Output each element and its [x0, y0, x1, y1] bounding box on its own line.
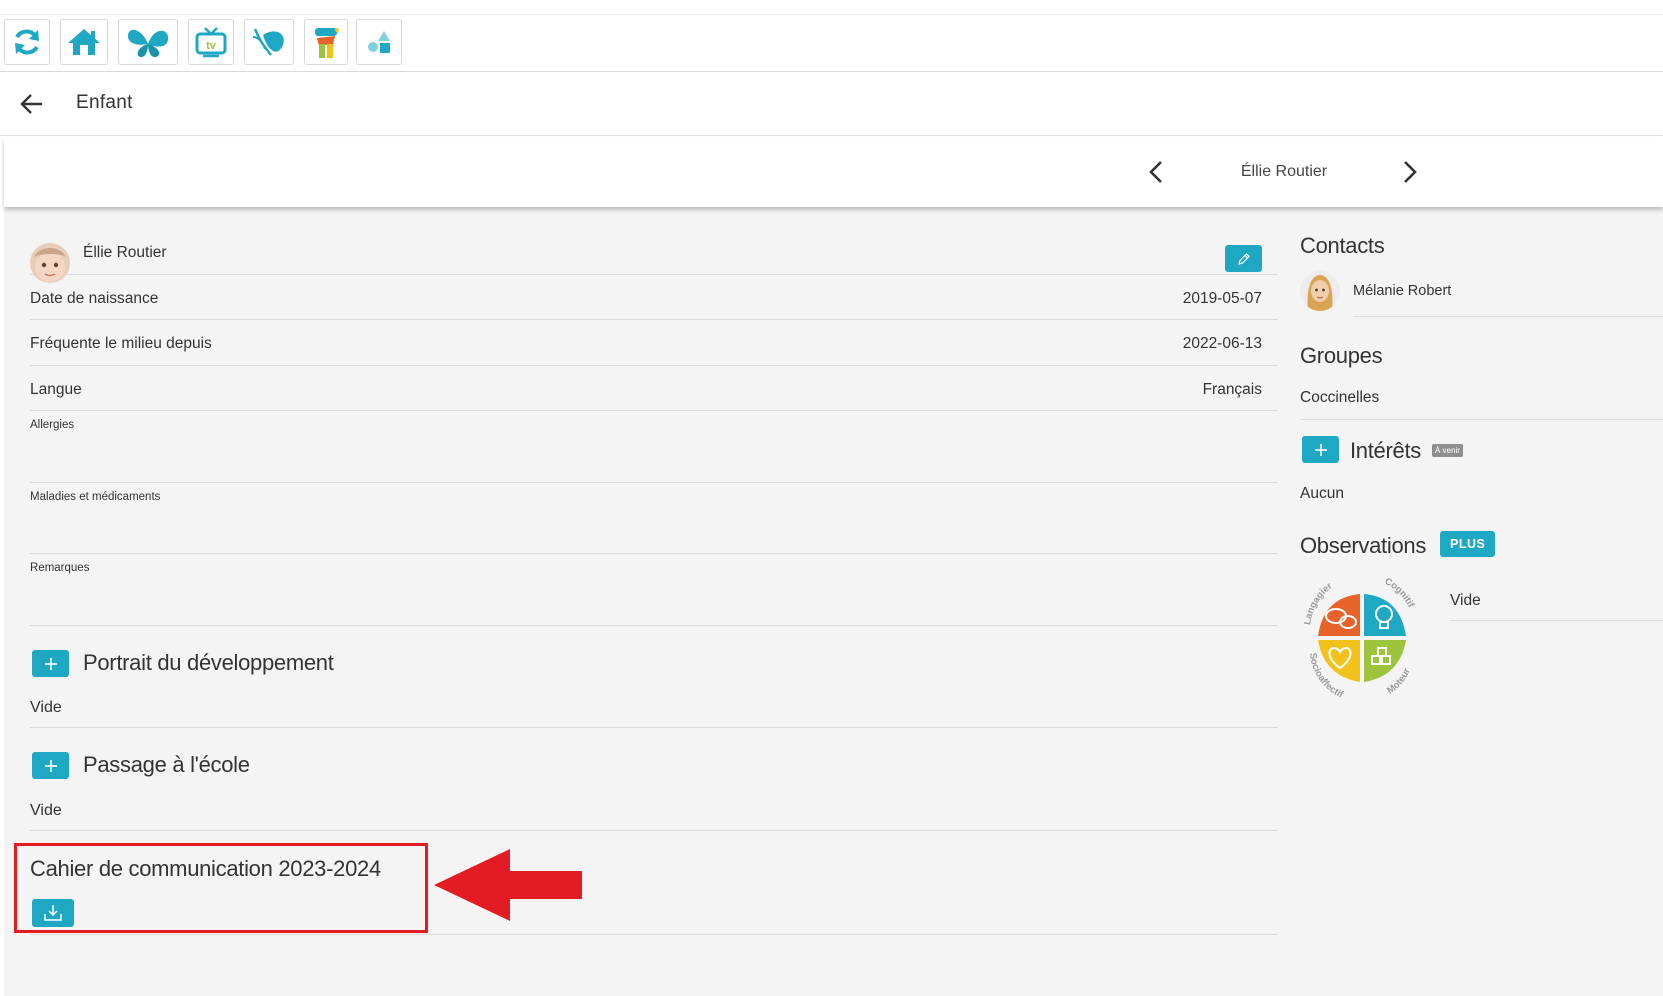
plus-icon [1314, 443, 1327, 456]
field-value: Français [1202, 381, 1262, 398]
field-value: 2019-05-07 [1182, 290, 1262, 307]
tv-app-button[interactable]: tv [188, 19, 234, 65]
leaf-icon [252, 28, 284, 56]
page-title: Enfant [76, 92, 133, 113]
portrait-title: Portrait du développement [83, 650, 334, 675]
note-label: Allergies [30, 419, 75, 431]
plus-icon [44, 657, 57, 670]
portrait-content: Vide [30, 699, 62, 716]
profile-name-row: Éllie Routier [30, 207, 1278, 283]
interets-content: Aucun [1300, 485, 1344, 502]
arrow-left-icon [434, 849, 582, 921]
leaf-app-button[interactable] [244, 19, 294, 65]
passage-content: Vide [30, 802, 62, 819]
home-icon [68, 29, 100, 55]
coming-soon-badge: À venir [1432, 444, 1463, 457]
child-navigator: Éllie Routier [4, 137, 1663, 207]
field-label: Langue [30, 381, 82, 398]
field-label: Date de naissance [30, 290, 159, 307]
note-allergies[interactable]: Allergies [30, 411, 1278, 483]
tv-icon: tv [195, 27, 227, 58]
add-portrait-button[interactable] [32, 650, 69, 677]
home-button[interactable] [60, 19, 108, 65]
app-toolbar: tv [0, 0, 1663, 72]
shapes-app-button[interactable] [356, 19, 402, 65]
divider [1300, 419, 1663, 420]
highlight-box [14, 843, 428, 933]
pencil-icon [1237, 252, 1250, 265]
plus-icon [44, 759, 57, 772]
note-label: Maladies et médicaments [30, 491, 161, 503]
contact-name[interactable]: Mélanie Robert [1353, 283, 1451, 299]
groupes-title: Groupes [1300, 343, 1383, 368]
development-wheel[interactable]: Langagier Cognitif Socioaffectif Moteur [1294, 572, 1430, 708]
interets-title: Intérêts [1350, 438, 1421, 463]
passage-content-row: Vide [30, 790, 1278, 831]
field-row-language: Langue Français [30, 366, 1278, 411]
character-icon [315, 28, 339, 58]
field-row-birthdate: Date de naissance 2019-05-07 [30, 275, 1278, 320]
main-content: Éllie Routier Date de naissance 2019-05-… [4, 207, 1663, 996]
edit-button[interactable] [1225, 245, 1262, 272]
page-header: Enfant [0, 72, 1663, 136]
contact-avatar [1300, 271, 1340, 311]
character-app-button[interactable] [304, 19, 348, 65]
field-value: 2022-06-13 [1182, 335, 1262, 352]
shapes-icon [368, 31, 390, 53]
add-interet-button[interactable] [1302, 436, 1339, 463]
refresh-icon [15, 29, 39, 55]
contacts-title: Contacts [1300, 233, 1385, 258]
window-top-line [0, 14, 1663, 15]
observations-plus-tag[interactable]: PLUS [1440, 531, 1496, 557]
observations-content: Vide [1450, 592, 1481, 609]
note-label: Remarques [30, 562, 90, 574]
back-arrow-icon[interactable] [18, 90, 46, 118]
group-item: Coccinelles [1300, 389, 1380, 406]
field-row-attendance: Fréquente le milieu depuis 2022-06-13 [30, 320, 1278, 366]
svg-text:tv: tv [206, 40, 217, 52]
chevron-left-icon[interactable] [1144, 157, 1168, 187]
observations-title: Observations [1300, 533, 1427, 558]
passage-title: Passage à l'école [83, 752, 250, 777]
child-name: Éllie Routier [83, 244, 167, 261]
note-illnesses[interactable]: Maladies et médicaments [30, 483, 1278, 554]
divider [1450, 620, 1663, 621]
note-remarks[interactable]: Remarques [30, 554, 1278, 626]
navigator-child-name: Éllie Routier [1240, 163, 1328, 180]
refresh-button[interactable] [4, 19, 50, 65]
portrait-content-row: Vide [30, 687, 1278, 728]
add-passage-button[interactable] [32, 752, 69, 779]
divider [1353, 316, 1663, 317]
field-label: Fréquente le milieu depuis [30, 335, 212, 352]
butterfly-app-button[interactable] [118, 19, 178, 65]
butterfly-icon [128, 29, 169, 58]
chevron-right-icon[interactable] [1398, 157, 1422, 187]
